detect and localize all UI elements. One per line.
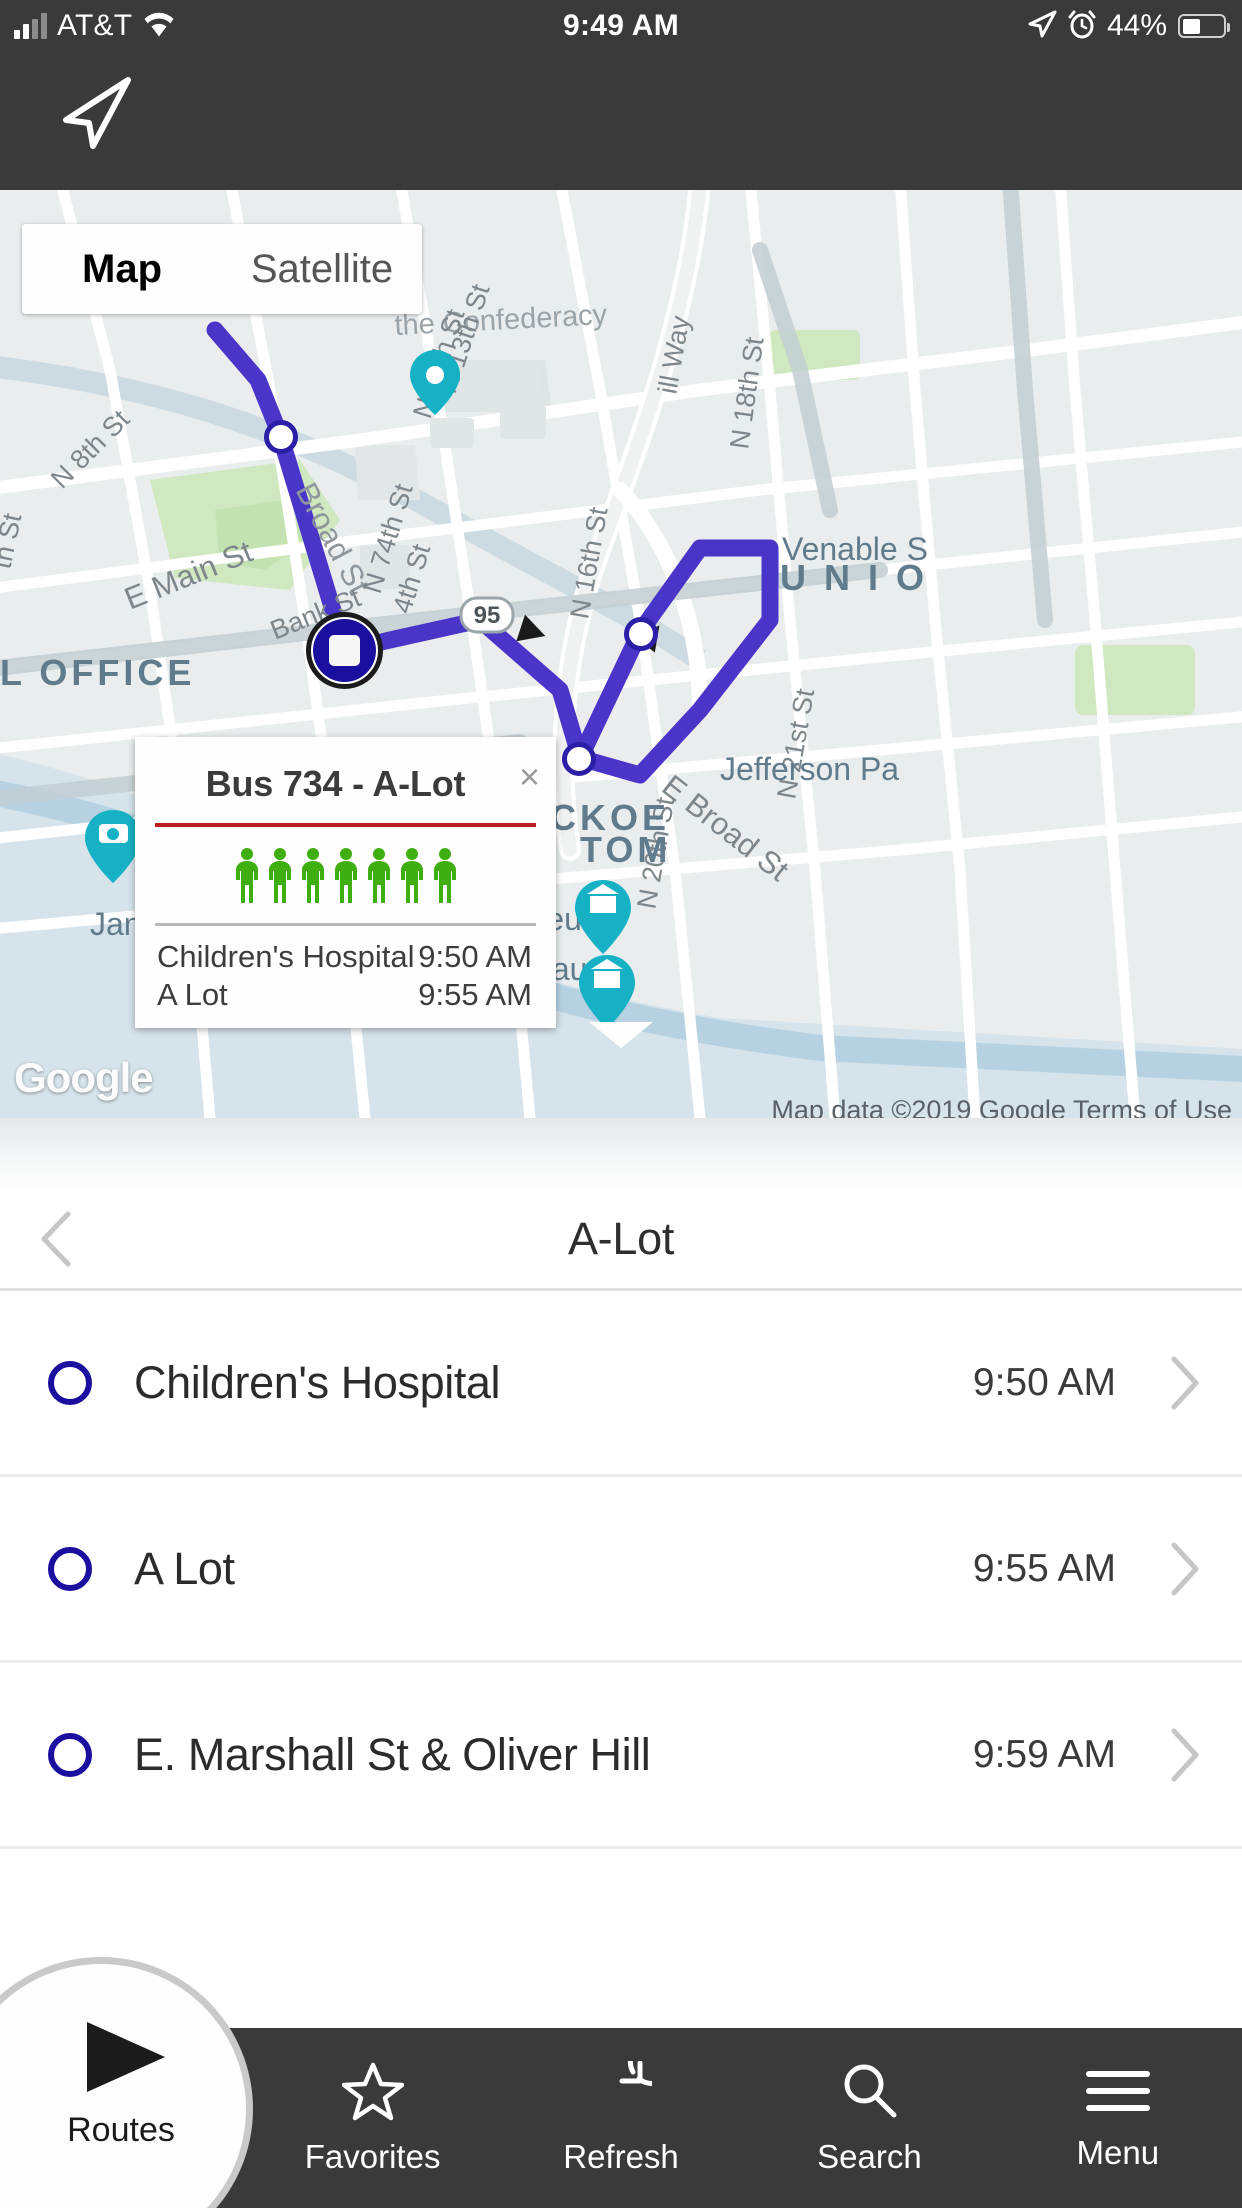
map-type-toggle[interactable]: Map Satellite xyxy=(22,224,422,314)
occupancy-indicator xyxy=(135,827,556,923)
map-stop-dot[interactable] xyxy=(624,617,658,651)
play-arrow-icon xyxy=(69,2016,173,2103)
callout-tail xyxy=(589,1022,653,1048)
callout-stop-time: 9:50 AM xyxy=(418,939,532,974)
tab-search[interactable]: Search xyxy=(745,2028,993,2208)
map-attribution: Map data ©2019 Google Terms of Use xyxy=(771,1095,1232,1118)
tab-menu[interactable]: Menu xyxy=(994,2028,1242,2208)
tab-refresh-label: Refresh xyxy=(563,2137,679,2175)
stop-name: E. Marshall St & Oliver Hill xyxy=(134,1728,651,1780)
person-icon xyxy=(235,848,258,903)
hamburger-icon xyxy=(1085,2065,1151,2122)
app-header xyxy=(0,52,1242,190)
bus-marker-icon[interactable] xyxy=(306,612,383,689)
person-icon xyxy=(367,848,390,903)
svg-text:Jefferson Pa: Jefferson Pa xyxy=(720,751,899,787)
list-item[interactable]: A Lot 9:55 AM xyxy=(0,1477,1242,1663)
map-type-map-option[interactable]: Map xyxy=(22,247,222,292)
battery-icon xyxy=(1178,14,1230,38)
callout-divider xyxy=(155,923,536,926)
tab-refresh[interactable]: Refresh xyxy=(497,2028,745,2208)
svg-text:95: 95 xyxy=(474,602,501,629)
stop-dot-icon xyxy=(48,1546,92,1591)
svg-text:U N I O: U N I O xyxy=(780,557,928,598)
page-title: A-Lot xyxy=(567,1213,675,1264)
tab-routes-active-bubble[interactable]: Routes xyxy=(0,1964,246,2208)
chevron-left-icon[interactable] xyxy=(30,1208,84,1275)
callout-stop-row: A Lot 9:55 AM xyxy=(135,976,556,1014)
person-icon xyxy=(301,848,324,903)
chevron-right-icon[interactable] xyxy=(1164,1539,1204,1604)
tab-search-label: Search xyxy=(817,2137,922,2175)
callout-stop-row: Children's Hospital 9:50 AM xyxy=(135,938,556,976)
map-stop-dot[interactable] xyxy=(264,420,298,454)
tab-favorites-label: Favorites xyxy=(304,2137,441,2175)
stop-name: A Lot xyxy=(134,1542,235,1594)
callout-stop-name: Children's Hospital xyxy=(157,939,415,974)
route-header: A-Lot xyxy=(0,1190,1242,1288)
tab-bar[interactable]: Favorites Refresh Search Menu Routes xyxy=(0,1964,1242,2208)
tab-menu-label: Menu xyxy=(1076,2133,1160,2171)
magnifier-icon xyxy=(838,2061,900,2126)
status-bar-right: 44% xyxy=(1027,9,1230,44)
stop-dot-icon xyxy=(48,1360,92,1405)
stop-time: 9:50 AM xyxy=(972,1360,1116,1404)
map-stop-dot[interactable] xyxy=(562,742,596,776)
tab-routes-label: Routes xyxy=(67,2111,175,2149)
tab-favorites[interactable]: Favorites xyxy=(248,2028,496,2208)
battery-percent-label: 44% xyxy=(1106,9,1167,42)
stop-dot-icon xyxy=(48,1732,92,1777)
refresh-icon xyxy=(590,2036,677,2126)
map-bottom-fade xyxy=(0,1118,1242,1190)
person-icon xyxy=(268,848,291,903)
map-type-satellite-option[interactable]: Satellite xyxy=(222,247,422,292)
stop-time: 9:59 AM xyxy=(972,1732,1116,1776)
alarm-clock-icon xyxy=(1068,9,1096,44)
bus-info-callout[interactable]: Bus 734 - A-Lot × Children's Hospital 9:… xyxy=(135,737,556,1028)
list-item[interactable]: Children's Hospital 9:50 AM xyxy=(0,1291,1242,1477)
list-item[interactable]: E. Marshall St & Oliver Hill 9:59 AM xyxy=(0,1663,1242,1849)
callout-title: Bus 734 - A-Lot xyxy=(205,763,466,804)
interstate-95-shield: 95 xyxy=(459,596,515,634)
svg-text:L OFFICE: L OFFICE xyxy=(0,652,195,693)
callout-stop-time: 9:55 AM xyxy=(418,977,532,1012)
location-arrow-icon xyxy=(1027,9,1057,44)
close-icon[interactable]: × xyxy=(519,759,540,795)
chevron-right-icon[interactable] xyxy=(1164,1353,1204,1418)
svg-text:TOM: TOM xyxy=(580,829,671,870)
stop-time: 9:55 AM xyxy=(972,1546,1116,1590)
google-watermark: Google xyxy=(14,1054,154,1101)
status-bar: AT&T 9:49 AM 44% xyxy=(0,0,1242,52)
stop-list[interactable]: Children's Hospital 9:50 AM A Lot 9:55 A… xyxy=(0,1291,1242,1849)
callout-stop-name: A Lot xyxy=(157,977,228,1012)
person-icon xyxy=(433,848,456,903)
chevron-right-icon[interactable] xyxy=(1164,1725,1204,1790)
person-icon xyxy=(334,848,357,903)
star-icon xyxy=(341,2061,404,2126)
stop-name: Children's Hospital xyxy=(134,1356,501,1408)
navigation-arrow-icon[interactable] xyxy=(56,74,134,157)
person-icon xyxy=(400,848,423,903)
